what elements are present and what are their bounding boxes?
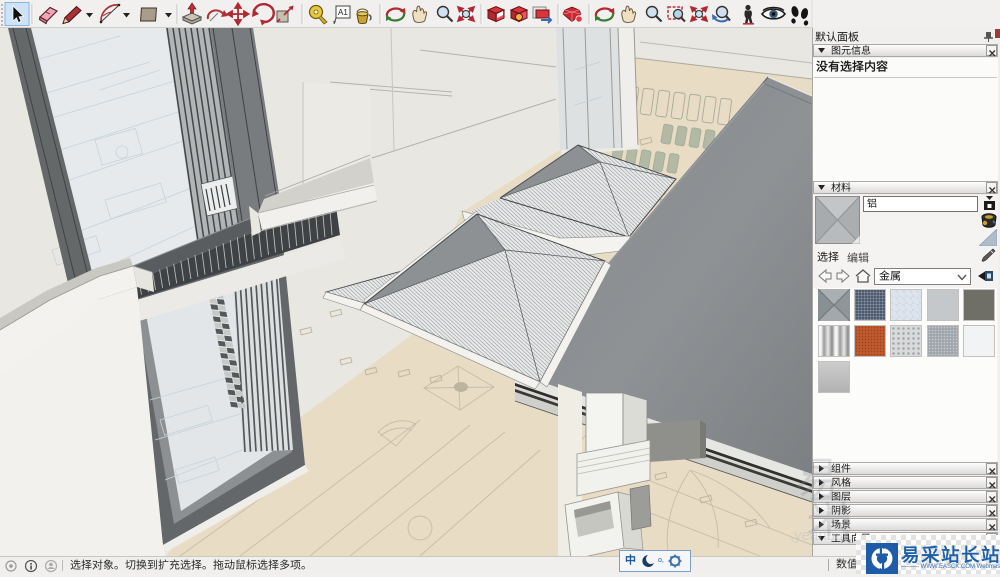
svg-text:o,: o, <box>658 557 664 564</box>
svg-text:A1: A1 <box>338 8 348 17</box>
